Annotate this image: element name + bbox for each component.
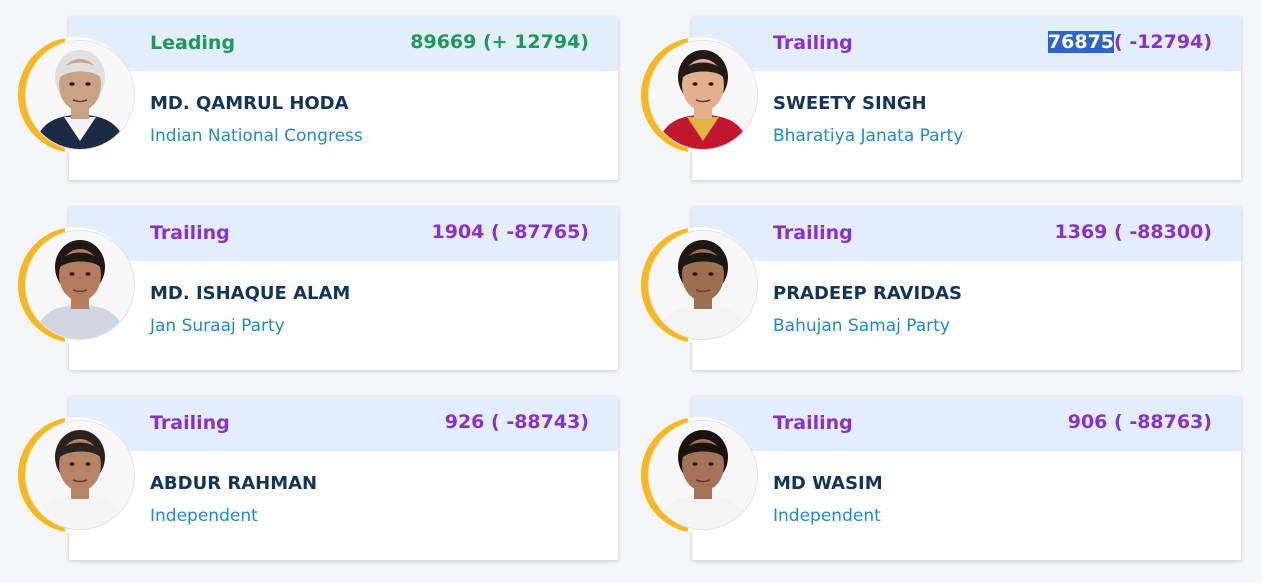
candidate-card: Trailing 76875( -12794) SWEETY SINGH Bha… [692, 17, 1241, 180]
vote-margin: (+ 12794) [476, 31, 589, 53]
status-label: Trailing [773, 32, 853, 54]
vote-total: 906 [1067, 411, 1108, 433]
candidate-name: SWEETY SINGH [773, 93, 927, 114]
vote-count: 89669 (+ 12794) [410, 31, 589, 53]
candidate-card: Trailing 1904 ( -87765) MD. ISHAQUE ALAM… [69, 207, 618, 370]
vote-margin: ( -88300) [1107, 221, 1212, 243]
portrait-woman-red-saree-icon [649, 41, 757, 149]
candidate-card: Trailing 1369 ( -88300) PRADEEP RAVIDAS … [692, 207, 1241, 370]
vote-count: 926 ( -88743) [445, 411, 589, 433]
portrait-man-beard-icon [649, 421, 757, 529]
candidate-name: MD WASIM [773, 473, 883, 494]
vote-count: 1369 ( -88300) [1055, 221, 1212, 243]
candidate-card: Leading 89669 (+ 12794) MD. QAMRUL HODA … [69, 17, 618, 180]
candidate-card: Trailing 906 ( -88763) MD WASIM Independ… [692, 397, 1241, 560]
candidate-name: ABDUR RAHMAN [150, 473, 318, 494]
vote-count: 76875( -12794) [1047, 31, 1212, 53]
portrait-man-gray-hair-glasses-icon [26, 41, 134, 149]
party-name: Bahujan Samaj Party [773, 316, 950, 336]
avatar-ring [641, 227, 757, 343]
candidate-card: Trailing 926 ( -88743) ABDUR RAHMAN Inde… [69, 397, 618, 560]
avatar [649, 41, 757, 149]
status-label: Trailing [773, 412, 853, 434]
party-name: Independent [773, 506, 881, 526]
portrait-man-white-kurta-icon [26, 421, 134, 529]
candidate-name: PRADEEP RAVIDAS [773, 283, 963, 304]
party-name: Bharatiya Janata Party [773, 126, 964, 146]
vote-total: 926 [444, 411, 485, 433]
status-label: Trailing [150, 222, 230, 244]
avatar [649, 421, 757, 529]
vote-margin: ( -88763) [1107, 411, 1212, 433]
vote-count: 1904 ( -87765) [432, 221, 589, 243]
avatar [26, 231, 134, 339]
portrait-man-mustache-icon [26, 231, 134, 339]
avatar-ring [18, 417, 134, 533]
party-name: Indian National Congress [150, 126, 363, 146]
status-label: Trailing [150, 412, 230, 434]
vote-total[interactable]: 76875 [1047, 31, 1115, 53]
avatar [26, 41, 134, 149]
vote-total: 1369 [1054, 221, 1108, 243]
vote-count: 906 ( -88763) [1068, 411, 1212, 433]
party-name: Jan Suraaj Party [150, 316, 285, 336]
avatar-ring [18, 37, 134, 153]
avatar [26, 421, 134, 529]
candidate-name: MD. QAMRUL HODA [150, 93, 349, 114]
avatar-ring [641, 417, 757, 533]
status-label: Trailing [773, 222, 853, 244]
portrait-man-white-shirt-icon [649, 231, 757, 339]
party-name: Independent [150, 506, 258, 526]
vote-margin: ( -12794) [1114, 31, 1212, 53]
avatar-ring [641, 37, 757, 153]
vote-total: 1904 [431, 221, 485, 243]
vote-total: 89669 [410, 31, 477, 53]
avatar [649, 231, 757, 339]
avatar-ring [18, 227, 134, 343]
vote-margin: ( -87765) [484, 221, 589, 243]
status-label: Leading [150, 32, 236, 54]
candidate-name: MD. ISHAQUE ALAM [150, 283, 351, 304]
vote-margin: ( -88743) [484, 411, 589, 433]
